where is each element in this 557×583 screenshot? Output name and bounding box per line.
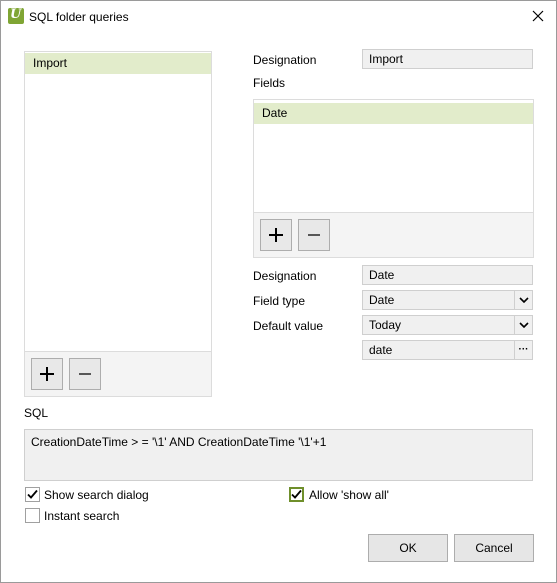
plus-icon — [40, 367, 54, 381]
fields-list[interactable]: Date — [253, 99, 534, 258]
plus-icon — [269, 228, 283, 242]
cancel-button[interactable]: Cancel — [454, 534, 534, 562]
field-type-value: Date — [369, 293, 395, 307]
show-search-dialog-label: Show search dialog — [44, 488, 149, 502]
sql-editor[interactable]: CreationDateTime > = '\1' AND CreationDa… — [24, 429, 533, 481]
dialog-window: U SQL folder queries Import Designation … — [0, 0, 557, 583]
add-query-button[interactable] — [31, 358, 63, 390]
window-title: SQL folder queries — [29, 10, 129, 24]
fields-list-footer — [254, 212, 533, 257]
sql-label: SQL — [24, 406, 49, 420]
field-type-label: Field type — [253, 294, 306, 308]
show-search-dialog-checkbox[interactable] — [25, 487, 40, 502]
title-bar: U SQL folder queries — [1, 1, 556, 31]
queries-list-footer — [25, 351, 211, 396]
minus-icon — [79, 373, 91, 375]
remove-query-button[interactable] — [69, 358, 101, 390]
instant-search-checkbox[interactable] — [25, 508, 40, 523]
allow-show-all-label: Allow 'show all' — [309, 488, 389, 502]
allow-show-all-checkbox[interactable] — [289, 487, 304, 502]
add-field-button[interactable] — [260, 219, 292, 251]
list-item-label: Import — [33, 56, 68, 70]
ellipsis-icon: ··· — [518, 344, 529, 355]
queries-list[interactable]: Import — [24, 51, 212, 397]
app-logo-icon: U — [8, 7, 24, 24]
chevron-down-icon[interactable] — [514, 291, 532, 309]
checkmark-icon — [27, 489, 38, 499]
field-designation-field[interactable]: Date — [362, 265, 533, 285]
fields-label: Fields — [253, 76, 286, 90]
list-item[interactable]: Import — [25, 53, 211, 74]
default-value-select[interactable]: Today — [362, 315, 533, 335]
field-type-select[interactable]: Date — [362, 290, 533, 310]
instant-search-label: Instant search — [44, 509, 120, 523]
field-designation-label: Designation — [253, 269, 317, 283]
default-value-value: Today — [369, 318, 402, 332]
default-value-expression: date — [369, 343, 393, 357]
chevron-down-icon[interactable] — [514, 316, 532, 334]
checkmark-icon — [291, 489, 302, 499]
remove-field-button[interactable] — [298, 219, 330, 251]
minus-icon — [308, 234, 320, 236]
list-item-label: Date — [262, 106, 288, 120]
close-icon — [532, 10, 544, 22]
list-item[interactable]: Date — [254, 103, 533, 124]
designation-label: Designation — [253, 53, 317, 67]
default-value-label: Default value — [253, 319, 324, 333]
default-value-expression-field[interactable]: date ··· — [362, 340, 533, 360]
ok-button[interactable]: OK — [368, 534, 448, 562]
close-button[interactable] — [523, 3, 553, 29]
ellipsis-button[interactable]: ··· — [514, 341, 532, 359]
designation-field[interactable]: Import — [362, 49, 533, 69]
